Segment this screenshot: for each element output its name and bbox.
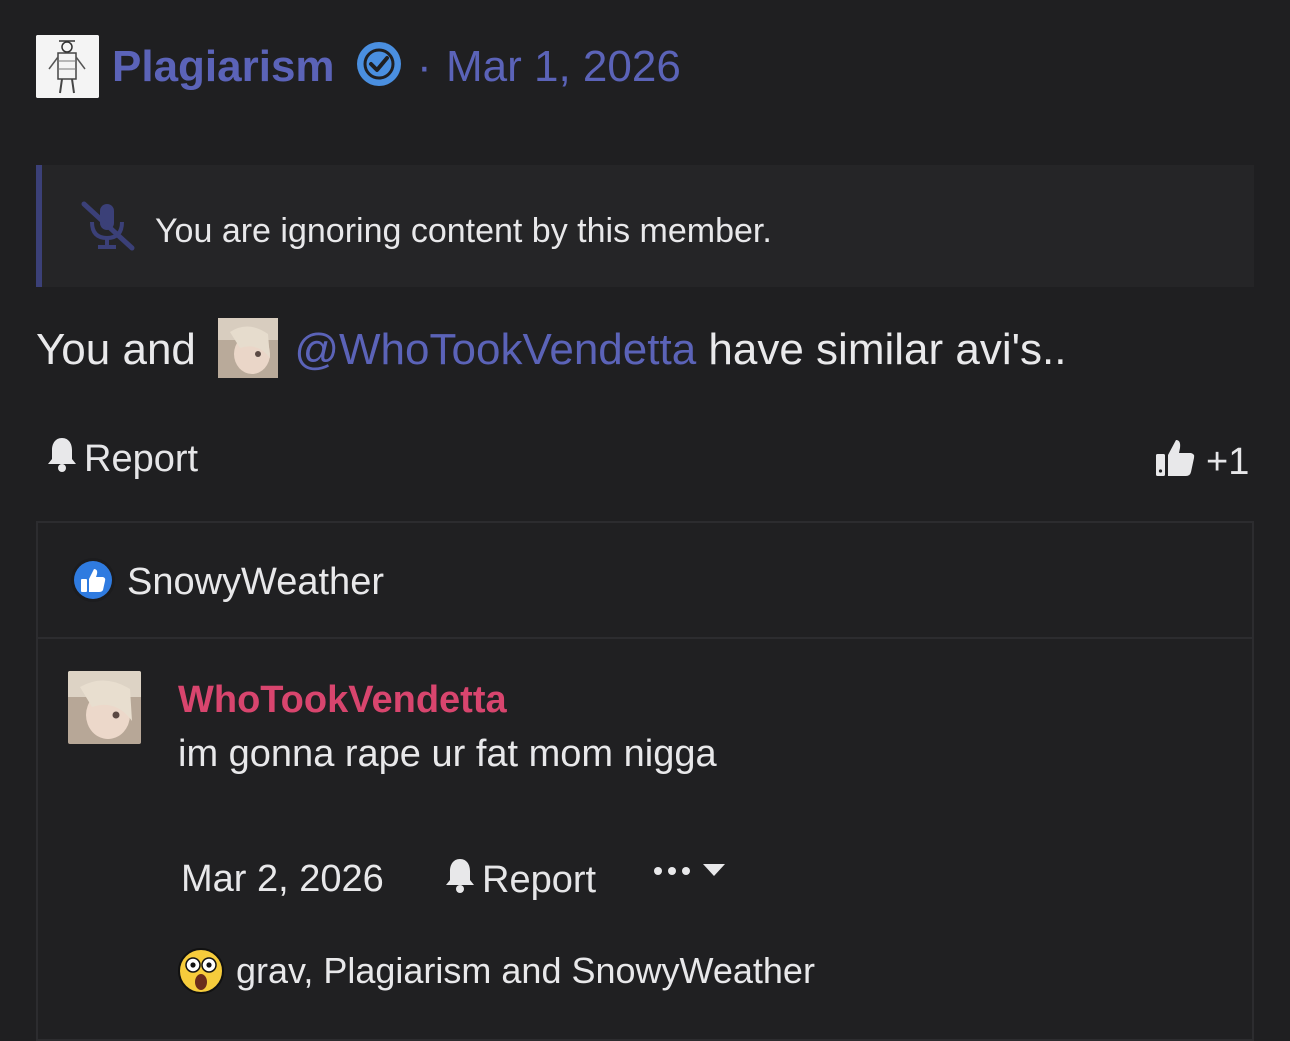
- like-count: +1: [1206, 441, 1250, 483]
- verified-badge-icon: [355, 40, 403, 88]
- report-label: Report: [84, 438, 199, 480]
- like-button[interactable]: +1: [1154, 436, 1249, 488]
- post-author-link[interactable]: Plagiarism: [112, 40, 335, 94]
- comment-text: im gonna rape ur fat mom nigga: [178, 733, 717, 775]
- reactor-link[interactable]: SnowyWeather: [127, 560, 384, 604]
- meta-separator: ·: [417, 42, 432, 91]
- ellipsis-icon: [653, 864, 691, 882]
- bell-icon: [444, 857, 476, 903]
- author-avatar[interactable]: [36, 35, 99, 98]
- comment-reactors-link[interactable]: grav, Plagiarism and SnowyWeather: [236, 950, 815, 992]
- mention-link[interactable]: @WhoTookVendetta: [294, 325, 696, 374]
- message-suffix: have similar avi's..: [708, 325, 1067, 374]
- more-options-button[interactable]: [653, 862, 727, 883]
- mention-avatar: [218, 318, 279, 379]
- report-button[interactable]: Report: [46, 436, 198, 482]
- comment-author-link[interactable]: WhoTookVendetta: [178, 678, 507, 722]
- bell-icon: [46, 436, 78, 482]
- shocked-emoji-icon: [177, 947, 225, 995]
- comment-date-link[interactable]: Mar 2, 2026: [181, 857, 384, 901]
- caret-down-icon: [701, 862, 727, 883]
- like-reaction-icon: [70, 557, 116, 603]
- post-date-link[interactable]: Mar 1, 2026: [446, 40, 681, 94]
- mute-icon: [80, 200, 136, 252]
- message-prefix: You and: [36, 325, 196, 374]
- post-message: You and @WhoTookVendetta have similar av…: [36, 318, 1067, 382]
- thumbs-up-icon: [1154, 436, 1196, 488]
- comment-avatar[interactable]: [68, 671, 141, 744]
- ignore-notice-text: You are ignoring content by this member.: [155, 212, 772, 250]
- comment-report-button[interactable]: Report: [444, 857, 596, 903]
- comment-report-label: Report: [482, 859, 597, 901]
